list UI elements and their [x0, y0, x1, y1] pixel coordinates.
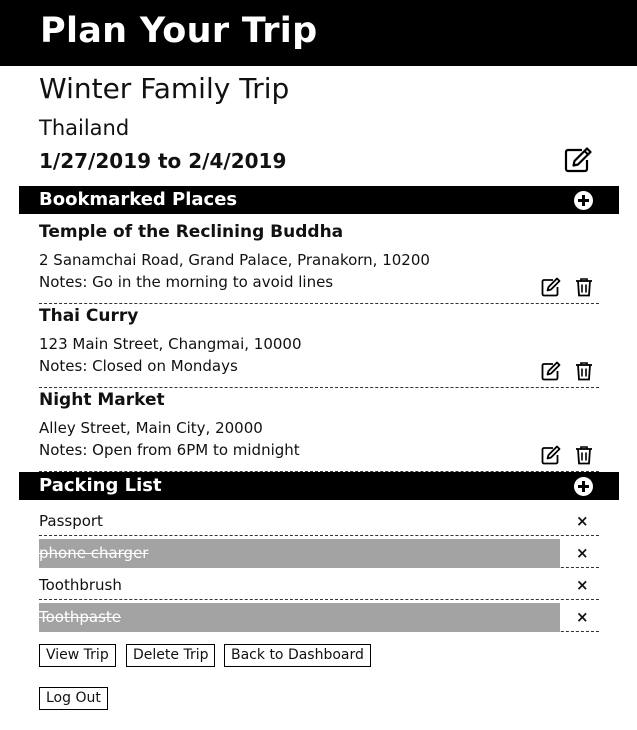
delete-trip-button[interactable]: Delete Trip — [126, 644, 216, 667]
packing-item-label: Toothbrush — [39, 576, 122, 594]
trip-dates: 1/27/2019 to 2/4/2019 — [39, 149, 287, 173]
place-notes: Notes: Closed on Mondays — [39, 357, 238, 375]
remove-item-icon[interactable]: × — [576, 544, 589, 562]
trip-name: Winter Family Trip — [39, 72, 290, 105]
place-address: Alley Street, Main City, 20000 — [39, 419, 263, 437]
place-name: Night Market — [39, 390, 165, 410]
place-name: Thai Curry — [39, 306, 139, 326]
add-packing-item-icon[interactable] — [574, 477, 593, 496]
app-title: Plan Your Trip — [40, 11, 318, 51]
place-item: Thai Curry 123 Main Street, Changmai, 10… — [39, 306, 599, 388]
packing-item[interactable]: Passport × — [39, 504, 599, 536]
place-address: 2 Sanamchai Road, Grand Palace, Pranakor… — [39, 251, 430, 269]
place-address: 123 Main Street, Changmai, 10000 — [39, 335, 302, 353]
packing-list-title: Packing List — [39, 475, 162, 496]
packing-list-header: Packing List — [19, 472, 619, 500]
trip-country: Thailand — [39, 116, 130, 140]
packing-item[interactable]: Toothbrush × — [39, 568, 599, 600]
edit-place-icon[interactable] — [541, 445, 561, 465]
remove-item-icon[interactable]: × — [576, 576, 589, 594]
place-item: Night Market Alley Street, Main City, 20… — [39, 390, 599, 472]
delete-place-icon[interactable] — [575, 277, 593, 297]
bookmarked-places-header: Bookmarked Places — [19, 186, 619, 214]
edit-place-icon[interactable] — [541, 277, 561, 297]
add-place-icon[interactable] — [574, 191, 593, 210]
view-trip-button[interactable]: View Trip — [39, 644, 116, 667]
place-notes: Notes: Go in the morning to avoid lines — [39, 273, 334, 291]
packing-item-label: phone charger — [39, 544, 149, 562]
delete-place-icon[interactable] — [575, 361, 593, 381]
edit-place-icon[interactable] — [541, 361, 561, 381]
remove-item-icon[interactable]: × — [576, 512, 589, 530]
log-out-button[interactable]: Log Out — [39, 687, 108, 710]
back-to-dashboard-button[interactable]: Back to Dashboard — [224, 644, 371, 667]
place-notes: Notes: Open from 6PM to midnight — [39, 441, 300, 459]
packing-item-label: Passport — [39, 512, 103, 530]
bookmarked-places-title: Bookmarked Places — [39, 189, 238, 210]
edit-trip-icon[interactable] — [564, 147, 592, 173]
place-name: Temple of the Reclining Buddha — [39, 222, 344, 242]
app-header: Plan Your Trip — [0, 0, 637, 66]
remove-item-icon[interactable]: × — [576, 608, 589, 626]
place-item: Temple of the Reclining Buddha 2 Sanamch… — [39, 222, 599, 304]
delete-place-icon[interactable] — [575, 445, 593, 465]
packing-item[interactable]: phone charger × — [39, 536, 599, 568]
packing-item[interactable]: Toothpaste × — [39, 600, 599, 632]
packing-item-label: Toothpaste — [39, 608, 121, 626]
